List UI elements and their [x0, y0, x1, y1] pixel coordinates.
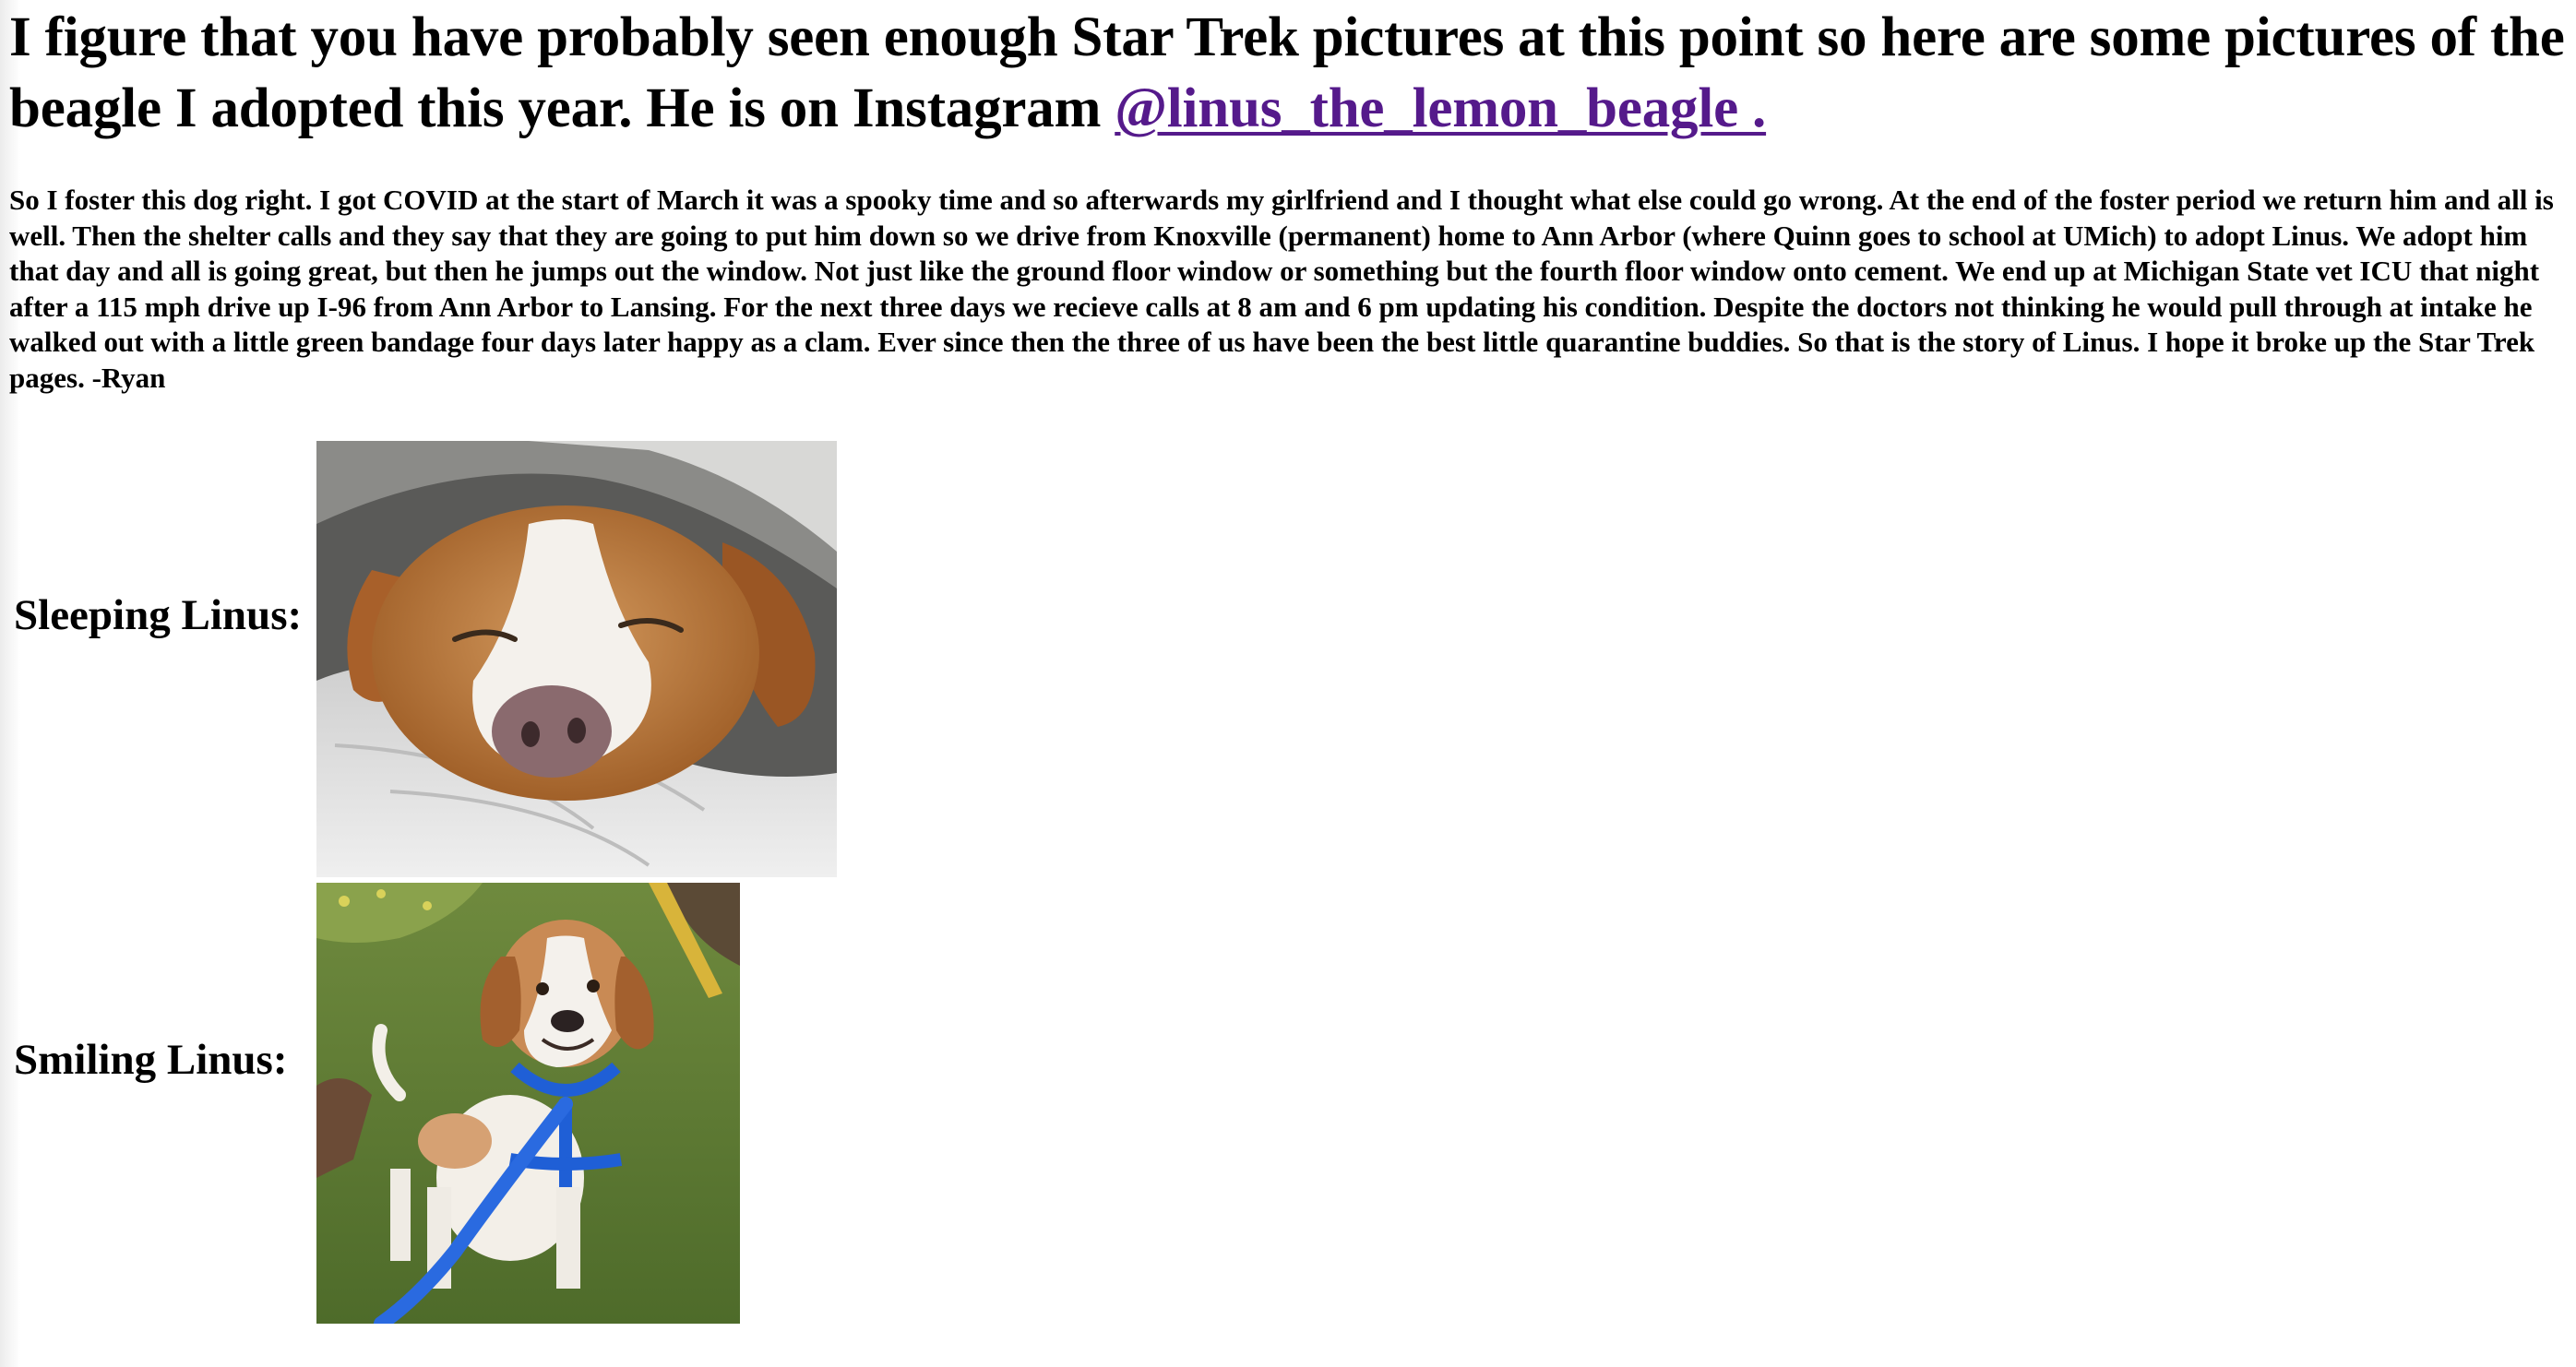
story-paragraph: So I foster this dog right. I got COVID … — [9, 184, 2554, 394]
sleeping-linus-photo — [316, 441, 837, 877]
smiling-linus-row: Smiling Linus: — [14, 1035, 287, 1085]
smiling-linus-label: Smiling Linus: — [14, 1036, 288, 1084]
sleeping-linus-row: Sleeping Linus: — [14, 590, 302, 640]
page-headline: I figure that you have probably seen eno… — [9, 0, 2567, 144]
page-content: I figure that you have probably seen eno… — [9, 0, 2567, 394]
instagram-link[interactable]: @linus_the_lemon_beagle . — [1115, 77, 1766, 139]
sleeping-linus-label: Sleeping Linus: — [14, 591, 303, 639]
smiling-linus-photo — [316, 883, 740, 1324]
